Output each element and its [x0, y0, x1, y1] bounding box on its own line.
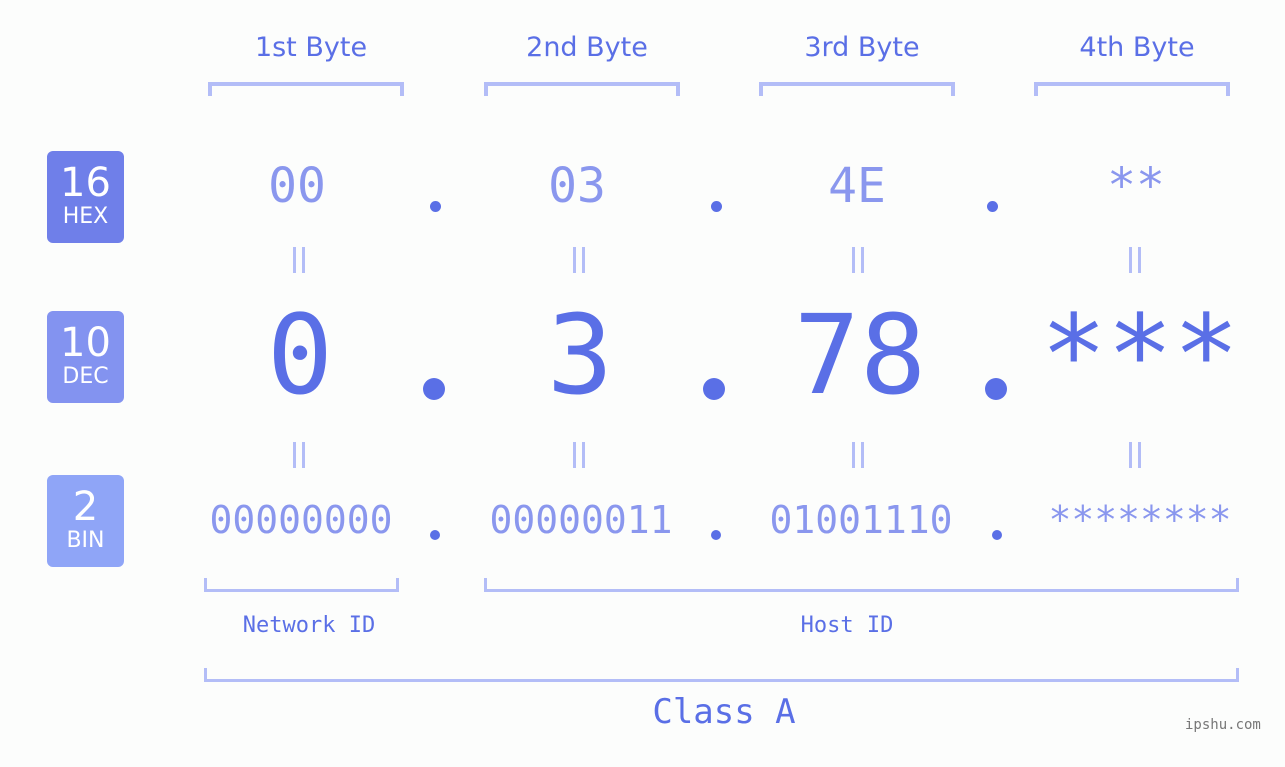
byte-bracket-1: [208, 82, 404, 96]
equals-icon: [293, 442, 305, 468]
dec-separator-dot: [985, 378, 1007, 400]
network-id-label: Network ID: [242, 613, 376, 638]
host-id-bracket: [484, 578, 1239, 592]
equals-icon: [1129, 247, 1141, 273]
dec-base-label: DEC: [62, 364, 109, 389]
dec-byte-4: ***: [1040, 291, 1240, 419]
dec-base-number: 10: [60, 320, 111, 366]
equals-icon: [573, 442, 585, 468]
bin-byte-1: 00000000: [209, 498, 393, 542]
equals-icon: [573, 247, 585, 273]
bin-separator-dot: [992, 530, 1002, 540]
network-id-bracket: [204, 578, 399, 592]
hex-byte-4: **: [1107, 158, 1165, 214]
watermark: ipshu.com: [1185, 717, 1261, 733]
bin-base-number: 2: [72, 484, 99, 530]
class-bracket: [204, 668, 1239, 682]
dec-badge: 10 DEC: [47, 311, 124, 403]
byte-bracket-2: [484, 82, 680, 96]
dec-separator-dot: [423, 378, 445, 400]
hex-byte-3: 4E: [828, 158, 886, 214]
equals-icon: [1129, 442, 1141, 468]
byte-bracket-4: [1034, 82, 1230, 96]
hex-badge: 16 HEX: [47, 151, 124, 243]
dec-separator-dot: [703, 378, 725, 400]
byte-bracket-3: [759, 82, 955, 96]
hex-byte-2: 03: [548, 158, 606, 214]
hex-base-number: 16: [60, 160, 111, 206]
dec-byte-3: 78: [793, 291, 927, 419]
bin-separator-dot: [430, 530, 440, 540]
equals-icon: [293, 247, 305, 273]
equals-icon: [852, 442, 864, 468]
equals-icon: [852, 247, 864, 273]
dec-byte-1: 0: [266, 291, 334, 419]
bin-byte-3: 01001110: [769, 498, 953, 542]
hex-separator-dot: [711, 201, 722, 212]
dec-byte-2: 3: [546, 291, 614, 419]
byte-title-1: 1st Byte: [254, 32, 368, 63]
bin-base-label: BIN: [66, 528, 105, 553]
byte-title-2: 2nd Byte: [526, 32, 648, 63]
host-id-label: Host ID: [800, 613, 894, 638]
byte-title-3: 3rd Byte: [804, 32, 920, 63]
hex-base-label: HEX: [62, 204, 109, 229]
hex-byte-1: 00: [268, 158, 326, 214]
bin-badge: 2 BIN: [47, 475, 124, 567]
hex-separator-dot: [430, 201, 441, 212]
byte-title-4: 4th Byte: [1079, 32, 1195, 63]
bin-byte-4: ********: [1048, 498, 1232, 542]
bin-separator-dot: [711, 530, 721, 540]
hex-separator-dot: [987, 201, 998, 212]
class-label: Class A: [652, 692, 796, 732]
bin-byte-2: 00000011: [489, 498, 673, 542]
